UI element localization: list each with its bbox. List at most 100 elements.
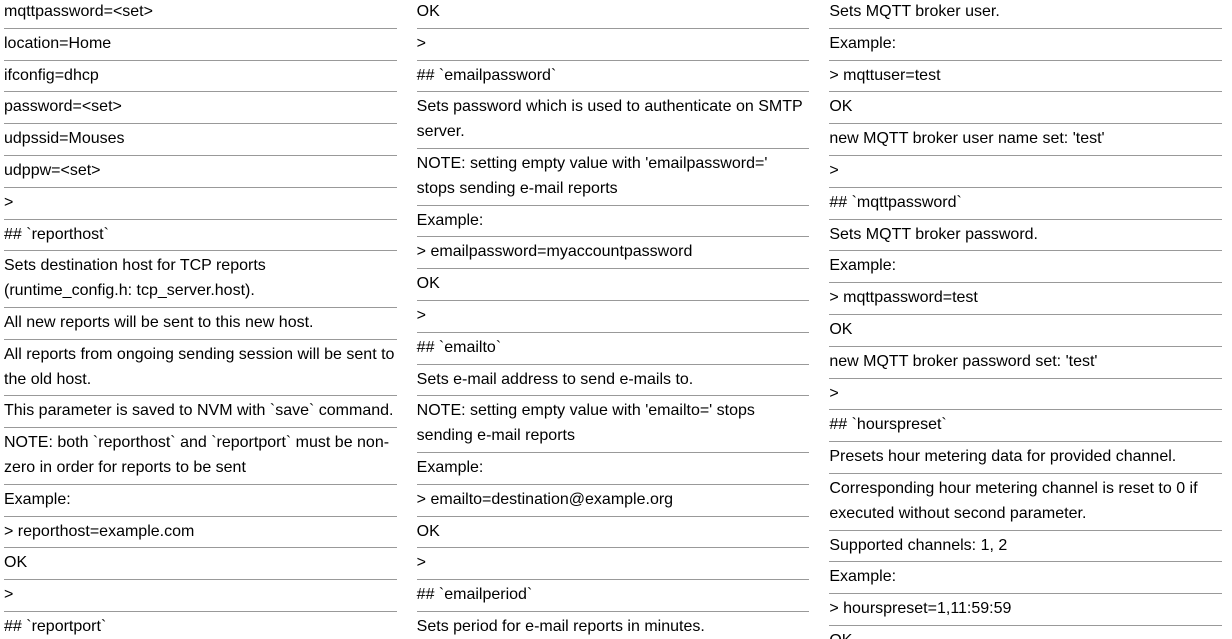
text-line: All new reports will be sent to this new… [4, 311, 397, 336]
separator [829, 250, 1222, 251]
separator [829, 346, 1222, 347]
text-line: mqttpassword=<set> [4, 0, 397, 25]
text-line: > [417, 551, 810, 576]
text-line: > [4, 191, 397, 216]
separator [417, 236, 810, 237]
text-line: OK [417, 272, 810, 297]
text-line: Sets period for e-mail reports in minute… [417, 615, 810, 639]
separator [829, 187, 1222, 188]
separator [4, 427, 397, 428]
separator [829, 378, 1222, 379]
text-line: Sets MQTT broker password. [829, 223, 1222, 248]
text-line: ifconfig=dhcp [4, 64, 397, 89]
text-line: Example: [829, 565, 1222, 590]
separator [829, 314, 1222, 315]
text-line: NOTE: both `reporthost` and `reportport`… [4, 431, 397, 481]
text-line: Example: [417, 209, 810, 234]
separator [4, 187, 397, 188]
separator [829, 91, 1222, 92]
text-line: > [829, 382, 1222, 407]
separator [417, 395, 810, 396]
separator [417, 364, 810, 365]
separator [829, 123, 1222, 124]
heading-line: ## `reporthost` [4, 223, 397, 248]
text-line: new MQTT broker user name set: 'test' [829, 127, 1222, 152]
separator [829, 530, 1222, 531]
text-line: NOTE: setting empty value with 'emailto=… [417, 399, 810, 449]
separator [4, 339, 397, 340]
separator [417, 205, 810, 206]
text-line: new MQTT broker password set: 'test' [829, 350, 1222, 375]
text-line: Example: [417, 456, 810, 481]
text-line: > [417, 304, 810, 329]
separator [829, 28, 1222, 29]
separator [417, 268, 810, 269]
separator [4, 395, 397, 396]
text-line: Sets MQTT broker user. [829, 0, 1222, 25]
separator [4, 307, 397, 308]
separator [4, 484, 397, 485]
text-line: Sets destination host for TCP reports (r… [4, 254, 397, 304]
separator [4, 60, 397, 61]
text-line: > emailto=destination@example.org [417, 488, 810, 513]
text-line: password=<set> [4, 95, 397, 120]
text-line: Supported channels: 1, 2 [829, 534, 1222, 559]
text-line: This parameter is saved to NVM with `sav… [4, 399, 397, 424]
text-line: Sets password which is used to authentic… [417, 95, 810, 145]
text-line: Example: [829, 32, 1222, 57]
separator [829, 473, 1222, 474]
text-line: Example: [4, 488, 397, 513]
separator [829, 282, 1222, 283]
separator [4, 611, 397, 612]
text-line: OK [829, 95, 1222, 120]
text-line: Corresponding hour metering channel is r… [829, 477, 1222, 527]
separator [4, 219, 397, 220]
separator [829, 593, 1222, 594]
separator [4, 155, 397, 156]
text-line: OK [829, 318, 1222, 343]
heading-line: ## `mqttpassword` [829, 191, 1222, 216]
text-line: udpssid=Mouses [4, 127, 397, 152]
text-line: > [4, 583, 397, 608]
separator [829, 409, 1222, 410]
separator [829, 155, 1222, 156]
column-3: Sets MQTT broker user. Example: > mqttus… [819, 0, 1232, 639]
separator [829, 60, 1222, 61]
text-line: All reports from ongoing sending session… [4, 343, 397, 393]
heading-line: ## `emailto` [417, 336, 810, 361]
separator [417, 91, 810, 92]
text-line: > hourspreset=1,11:59:59 [829, 597, 1222, 622]
separator [417, 547, 810, 548]
separator [417, 332, 810, 333]
separator [829, 219, 1222, 220]
separator [417, 484, 810, 485]
text-line: Presets hour metering data for provided … [829, 445, 1222, 470]
text-line: OK [829, 629, 1222, 639]
text-line: udppw=<set> [4, 159, 397, 184]
separator [417, 60, 810, 61]
separator [417, 148, 810, 149]
text-line: > emailpassword=myaccountpassword [417, 240, 810, 265]
heading-line: ## `emailperiod` [417, 583, 810, 608]
text-line: location=Home [4, 32, 397, 57]
separator [417, 300, 810, 301]
separator [417, 28, 810, 29]
separator [4, 91, 397, 92]
text-line: OK [417, 520, 810, 545]
text-line: NOTE: setting empty value with 'emailpas… [417, 152, 810, 202]
separator [417, 516, 810, 517]
column-1: mqttpassword=<set> location=Home ifconfi… [0, 0, 407, 639]
separator [417, 579, 810, 580]
text-line: OK [4, 551, 397, 576]
document-container: mqttpassword=<set> location=Home ifconfi… [0, 0, 1232, 639]
text-line: > reporthost=example.com [4, 520, 397, 545]
separator [417, 452, 810, 453]
separator [4, 28, 397, 29]
heading-line: ## `emailpassword` [417, 64, 810, 89]
text-line: > [829, 159, 1222, 184]
column-2: OK > ## `emailpassword` Sets password wh… [407, 0, 820, 639]
separator [4, 516, 397, 517]
text-line: OK [417, 0, 810, 25]
text-line: Example: [829, 254, 1222, 279]
separator [829, 561, 1222, 562]
